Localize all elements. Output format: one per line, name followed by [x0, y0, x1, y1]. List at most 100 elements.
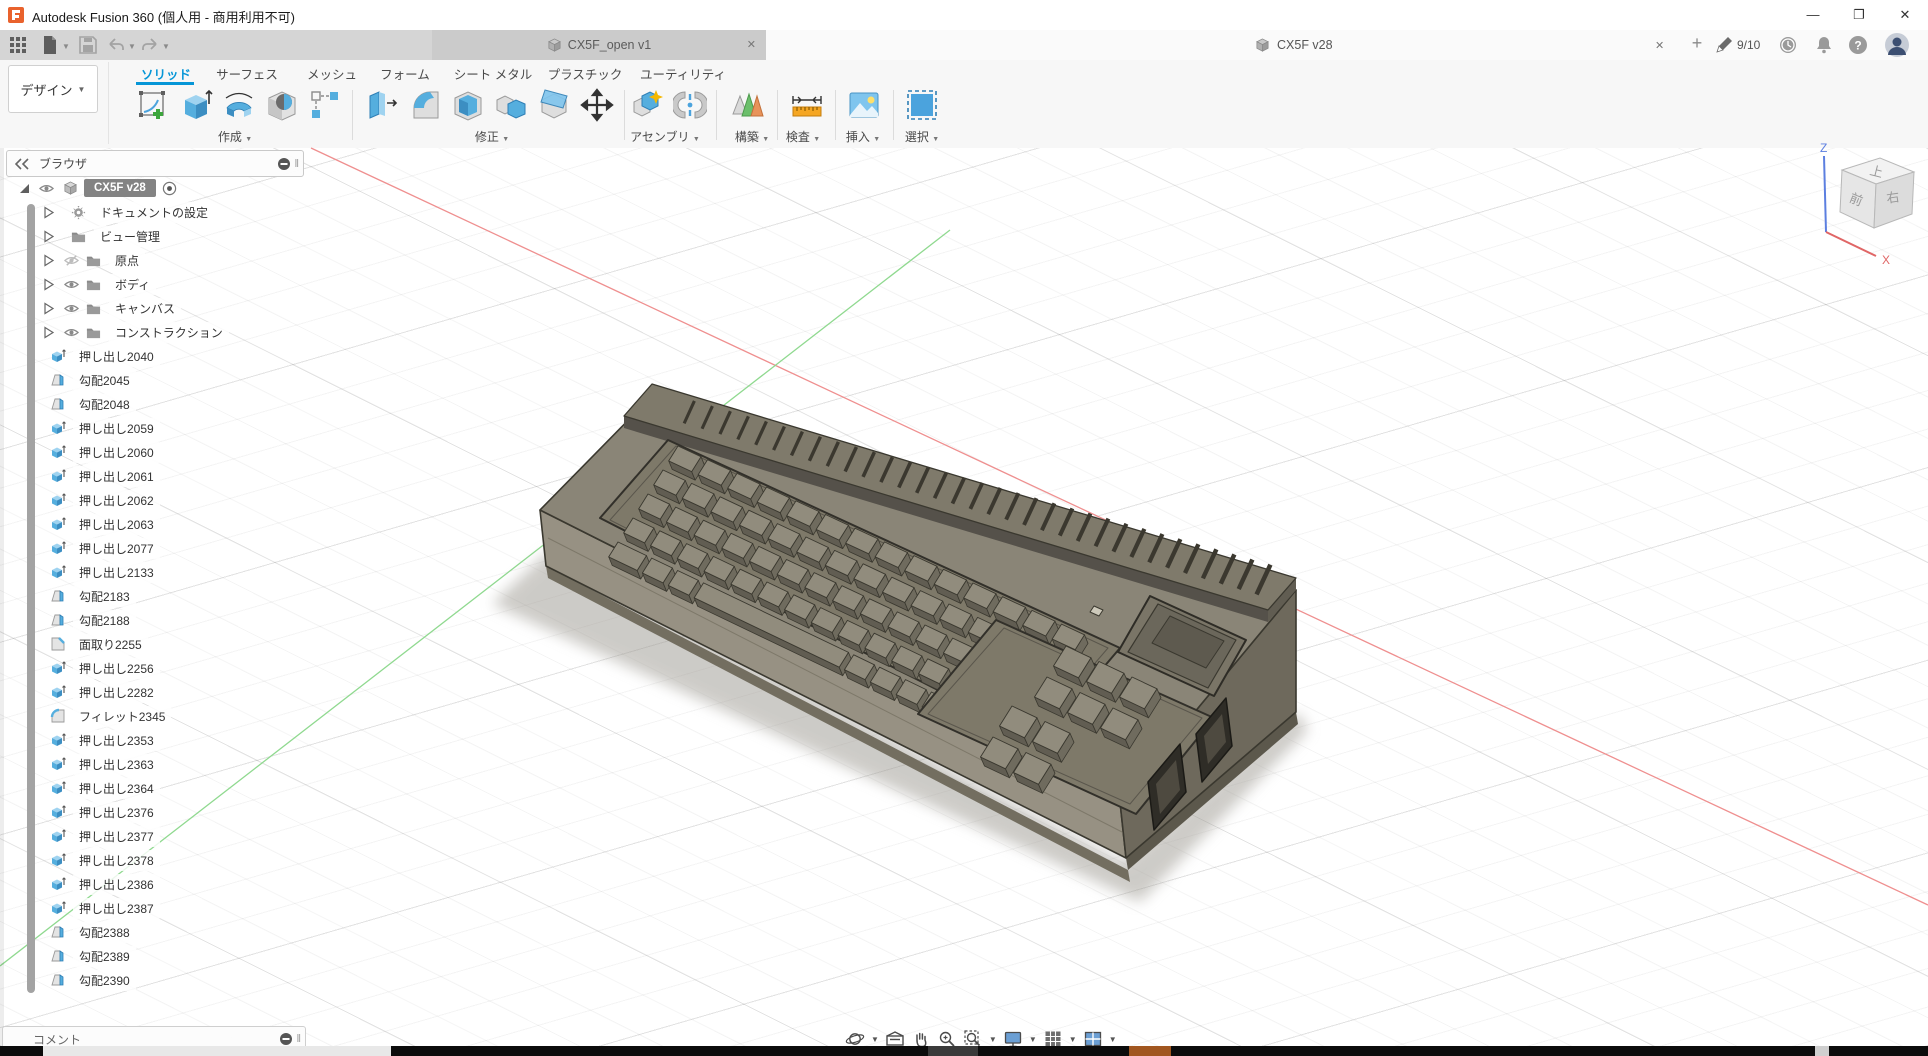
feature-row[interactable]: 勾配2045: [0, 368, 136, 392]
feature-label[interactable]: 押し出し2059: [73, 418, 160, 439]
select-button[interactable]: [905, 88, 939, 122]
orbit-caret[interactable]: ▼: [871, 1035, 879, 1044]
feature-label[interactable]: 押し出し2060: [73, 442, 160, 463]
browser-root-row[interactable]: CX5F v28: [0, 176, 177, 200]
expand-triangle-icon[interactable]: [42, 254, 55, 267]
ribbon-tab-utilities[interactable]: ユーティリティ: [640, 64, 726, 83]
feature-label[interactable]: 押し出し2387: [73, 898, 160, 919]
feature-row[interactable]: 押し出し2077: [0, 536, 160, 560]
feature-label[interactable]: 面取り2255: [73, 634, 148, 655]
feature-label[interactable]: 勾配2188: [73, 610, 136, 631]
feature-label[interactable]: 押し出し2364: [73, 778, 160, 799]
file-menu-icon[interactable]: [40, 35, 60, 55]
job-status-pencil-icon[interactable]: [1714, 34, 1734, 56]
browser-folder-row[interactable]: ビュー管理: [0, 224, 166, 248]
feature-row[interactable]: 押し出し2353: [0, 728, 160, 752]
browser-folder-row[interactable]: ボディ: [0, 272, 156, 296]
notifications-bell-icon[interactable]: [1814, 34, 1834, 56]
feature-label[interactable]: 勾配2389: [73, 946, 136, 967]
feature-label[interactable]: 押し出し2063: [73, 514, 160, 535]
group-label-construct[interactable]: 構築 ▼: [735, 128, 769, 145]
panel-grip-handle[interactable]: ‖: [294, 158, 299, 170]
feature-row[interactable]: 押し出し2062: [0, 488, 160, 512]
feature-row[interactable]: 押し出し2378: [0, 848, 160, 872]
visibility-eye-icon[interactable]: [64, 277, 79, 292]
visibility-eye-icon[interactable]: [39, 181, 54, 196]
feature-row[interactable]: 勾配2048: [0, 392, 136, 416]
app-launcher-icon[interactable]: [8, 35, 28, 55]
file-menu-caret[interactable]: ▼: [62, 42, 70, 51]
folder-label[interactable]: ドキュメントの設定: [94, 202, 214, 223]
new-tab-button[interactable]: +: [1686, 33, 1708, 55]
maximize-button[interactable]: ❐: [1836, 0, 1882, 30]
ribbon-tab-sheetmetal[interactable]: シート メタル: [454, 64, 532, 83]
fillet-button[interactable]: [408, 88, 442, 122]
display-caret[interactable]: ▼: [1029, 1035, 1037, 1044]
feature-label[interactable]: 押し出し2062: [73, 490, 160, 511]
group-label-select[interactable]: 選択 ▼: [905, 128, 939, 145]
view-cube[interactable]: Z X 上 前 右: [1790, 140, 1928, 280]
feature-row[interactable]: 勾配2183: [0, 584, 136, 608]
new-component-button[interactable]: [630, 88, 664, 122]
help-icon[interactable]: ?: [1848, 34, 1868, 56]
ribbon-tab-form[interactable]: フォーム: [380, 64, 430, 83]
combine-button[interactable]: [494, 88, 528, 122]
feature-row[interactable]: 押し出し2059: [0, 416, 160, 440]
feature-row[interactable]: フィレット2345: [0, 704, 171, 728]
measure-button[interactable]: [790, 88, 824, 122]
folder-label[interactable]: ビュー管理: [94, 226, 166, 247]
feature-label[interactable]: 押し出し2040: [73, 346, 160, 367]
account-avatar[interactable]: [1884, 32, 1910, 58]
collapse-panel-icon[interactable]: [15, 158, 29, 170]
undo-icon[interactable]: [106, 35, 126, 55]
feature-row[interactable]: 面取り2255: [0, 632, 148, 656]
history-clock-icon[interactable]: [1778, 34, 1798, 56]
press-pull-button[interactable]: [365, 88, 399, 122]
panel-opacity-icon[interactable]: [277, 157, 291, 171]
feature-row[interactable]: 勾配2188: [0, 608, 136, 632]
feature-row[interactable]: 押し出し2256: [0, 656, 160, 680]
feature-row[interactable]: 押し出し2387: [0, 896, 160, 920]
shell-button[interactable]: [451, 88, 485, 122]
ribbon-tab-mesh[interactable]: メッシュ: [307, 64, 357, 83]
feature-row[interactable]: 押し出し2376: [0, 800, 160, 824]
revolve-button[interactable]: [222, 88, 256, 122]
feature-label[interactable]: 押し出し2353: [73, 730, 160, 751]
undo-caret[interactable]: ▼: [128, 42, 136, 51]
document-tab-active[interactable]: CX5F v28: [1255, 30, 1333, 60]
workspace-selector[interactable]: デザイン ▼: [8, 65, 98, 113]
group-label-assemble[interactable]: アセンブリ ▼: [630, 128, 700, 145]
fit-caret[interactable]: ▼: [989, 1035, 997, 1044]
feature-row[interactable]: 押し出し2364: [0, 776, 160, 800]
panel-opacity-icon[interactable]: [279, 1032, 293, 1046]
cx5f-keyboard-model[interactable]: [540, 384, 1298, 882]
insert-button[interactable]: [847, 88, 881, 122]
ribbon-tab-solid[interactable]: ソリッド: [141, 64, 191, 83]
document-tab-inactive[interactable]: CX5F_open v1 ✕: [432, 30, 766, 60]
redo-caret[interactable]: ▼: [162, 42, 170, 51]
feature-label[interactable]: 押し出し2376: [73, 802, 160, 823]
extrude-button[interactable]: [179, 88, 213, 122]
feature-label[interactable]: 勾配2183: [73, 586, 136, 607]
feature-label[interactable]: 押し出し2282: [73, 682, 160, 703]
feature-row[interactable]: 押し出し2061: [0, 464, 160, 488]
feature-label[interactable]: 押し出し2377: [73, 826, 160, 847]
hole-button[interactable]: [265, 88, 299, 122]
feature-label[interactable]: 押し出し2378: [73, 850, 160, 871]
feature-label[interactable]: 勾配2045: [73, 370, 136, 391]
visibility-eye-icon[interactable]: [64, 301, 79, 316]
3d-viewport[interactable]: ブラウザ ‖ CX5F v28: [0, 148, 1928, 1046]
browser-panel-header[interactable]: ブラウザ ‖: [6, 150, 304, 177]
group-label-insert[interactable]: 挿入 ▼: [846, 128, 880, 145]
feature-row[interactable]: 勾配2388: [0, 920, 136, 944]
folder-label[interactable]: キャンバス: [109, 298, 181, 319]
feature-label[interactable]: 押し出し2077: [73, 538, 160, 559]
activate-component-radio[interactable]: [162, 181, 177, 196]
folder-label[interactable]: コンストラクション: [109, 322, 229, 343]
feature-label[interactable]: 勾配2390: [73, 970, 136, 991]
feature-label[interactable]: 押し出し2363: [73, 754, 160, 775]
ribbon-tab-surface[interactable]: サーフェス: [216, 64, 278, 83]
feature-row[interactable]: 押し出し2282: [0, 680, 160, 704]
group-label-inspect[interactable]: 検査 ▼: [786, 128, 820, 145]
feature-label[interactable]: 押し出し2061: [73, 466, 160, 487]
